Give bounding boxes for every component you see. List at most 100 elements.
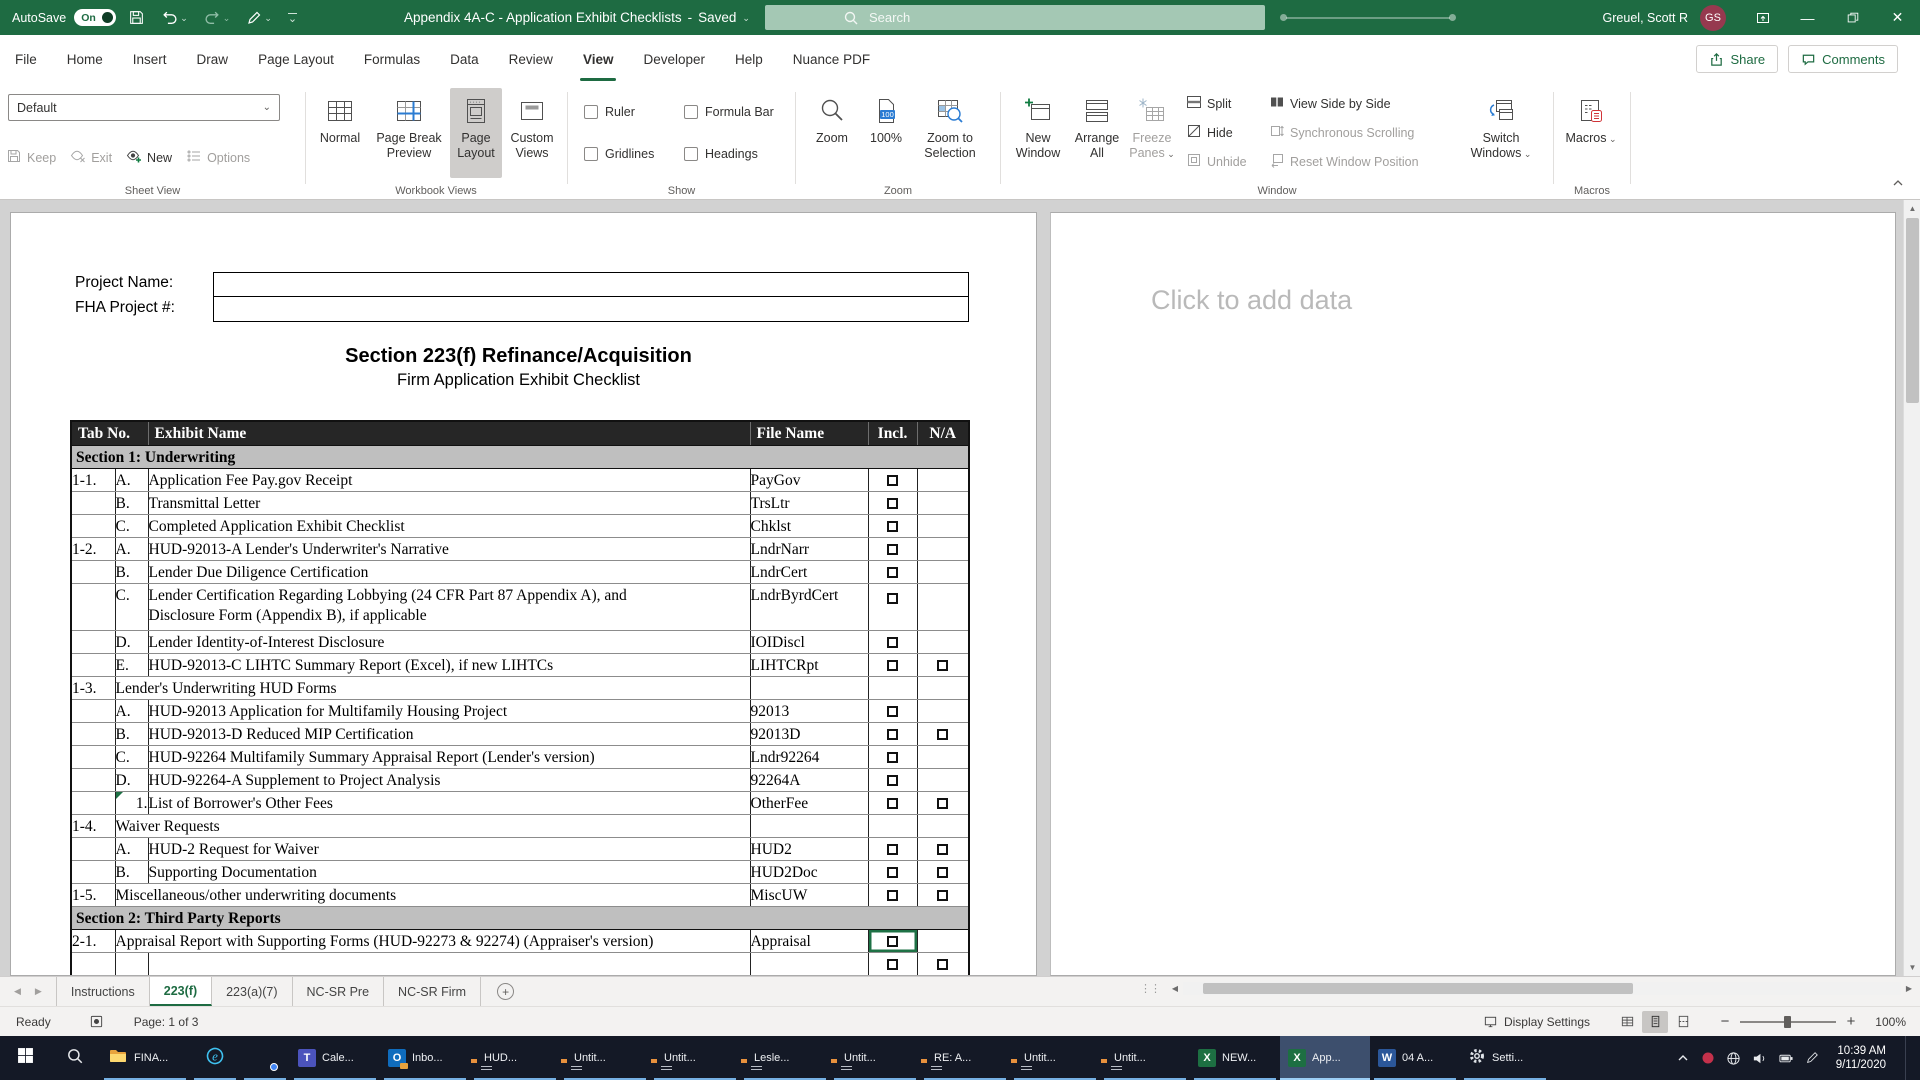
scroll-down-arrow[interactable]: ▼	[1904, 959, 1920, 976]
ribbon-tab-developer[interactable]: Developer	[628, 35, 720, 84]
sheet-nav-right-arrow[interactable]: ▶	[35, 986, 42, 997]
incl-checkbox[interactable]	[887, 867, 898, 878]
status-page-break-view-button[interactable]	[1670, 1011, 1696, 1033]
taskbar-app-fina[interactable]: FINA...	[100, 1036, 190, 1080]
search-input[interactable]: Search	[765, 5, 1265, 30]
zoom-out-button[interactable]: −	[1718, 1013, 1732, 1030]
cell-incl[interactable]	[868, 699, 917, 722]
ribbon-tab-help[interactable]: Help	[720, 35, 778, 84]
cell-na[interactable]	[917, 768, 969, 791]
keep-sheet-view-button[interactable]: Keep	[6, 148, 56, 167]
customize-quick-access-button[interactable]: ⌄	[284, 11, 301, 25]
cell-incl[interactable]	[868, 814, 917, 837]
incl-checkbox[interactable]	[887, 567, 898, 578]
ribbon-tab-nuance-pdf[interactable]: Nuance PDF	[778, 35, 885, 84]
cell-na[interactable]	[917, 560, 969, 583]
cell-incl[interactable]	[868, 676, 917, 699]
sheet-tab-223-a-7[interactable]: 223(a)(7)	[212, 977, 292, 1006]
na-checkbox[interactable]	[937, 844, 948, 855]
ribbon-tab-page-layout[interactable]: Page Layout	[243, 35, 349, 84]
zoom-level[interactable]: 100%	[1866, 1015, 1906, 1029]
incl-checkbox[interactable]	[887, 593, 898, 604]
cell-na[interactable]	[917, 583, 969, 630]
cell-incl[interactable]	[868, 491, 917, 514]
ribbon-tab-draw[interactable]: Draw	[182, 35, 244, 84]
incl-checkbox[interactable]	[887, 752, 898, 763]
status-normal-view-button[interactable]	[1614, 1011, 1640, 1033]
incl-checkbox[interactable]	[887, 498, 898, 509]
sheet-nav-left-arrow[interactable]: ◀	[14, 986, 21, 997]
split-button[interactable]: Split	[1186, 94, 1247, 113]
synchronous-scrolling-button[interactable]: Synchronous Scrolling	[1269, 123, 1419, 142]
cell-na[interactable]	[917, 745, 969, 768]
ruler-checkbox[interactable]: Ruler	[584, 100, 684, 124]
cell-na[interactable]	[917, 952, 969, 976]
unhide-button[interactable]: Unhide	[1186, 152, 1247, 171]
share-button[interactable]: Share	[1696, 45, 1778, 73]
sheet-tab-nc-sr-pre[interactable]: NC-SR Pre	[293, 977, 385, 1006]
sheet-tab-nc-sr-firm[interactable]: NC-SR Firm	[384, 977, 481, 1006]
saved-status[interactable]: Saved	[698, 10, 736, 25]
cell-na[interactable]	[917, 929, 969, 952]
display-settings-button[interactable]: Display Settings	[1483, 1014, 1590, 1029]
taskbar-app-untit[interactable]: Untit...	[650, 1036, 740, 1080]
cell-incl[interactable]	[868, 630, 917, 653]
taskbar-app-re-a[interactable]: RE: A...	[920, 1036, 1010, 1080]
na-checkbox[interactable]	[937, 798, 948, 809]
scroll-right-arrow[interactable]: ▶	[1901, 984, 1917, 993]
incl-checkbox[interactable]	[887, 844, 898, 855]
cell-incl[interactable]	[868, 837, 917, 860]
tray-pen-icon[interactable]	[1805, 1051, 1819, 1065]
zoom-in-button[interactable]: +	[1844, 1013, 1858, 1030]
page-2[interactable]: Click to add data	[1050, 212, 1896, 976]
taskbar-app-lesle[interactable]: Lesle...	[740, 1036, 830, 1080]
ribbon-display-options-button[interactable]	[1740, 0, 1785, 35]
new-sheet-button[interactable]: +	[497, 983, 514, 1000]
incl-checkbox[interactable]	[887, 521, 898, 532]
cell-incl[interactable]	[868, 745, 917, 768]
cell-na[interactable]	[917, 837, 969, 860]
click-to-add-data-placeholder[interactable]: Click to add data	[1151, 285, 1352, 316]
gridlines-checkbox[interactable]: Gridlines	[584, 142, 684, 166]
cell-incl[interactable]	[868, 537, 917, 560]
taskbar-app-setti[interactable]: Setti...	[1460, 1036, 1550, 1080]
na-checkbox[interactable]	[937, 729, 948, 740]
ribbon-tab-file[interactable]: File	[0, 35, 52, 84]
autosave-toggle[interactable]: On	[74, 9, 116, 26]
taskbar-app-untit[interactable]: Untit...	[830, 1036, 920, 1080]
scroll-up-arrow[interactable]: ▲	[1904, 200, 1920, 217]
freeze-panes-button[interactable]: Freeze Panes ⌄	[1125, 88, 1179, 178]
cell-incl[interactable]	[868, 860, 917, 883]
arrange-all-button[interactable]: Arrange All	[1069, 88, 1125, 178]
tray-network-icon[interactable]	[1726, 1051, 1741, 1066]
comments-button[interactable]: Comments	[1788, 45, 1898, 73]
close-button[interactable]: ✕	[1875, 0, 1920, 35]
formula-bar-checkbox[interactable]: Formula Bar	[684, 100, 802, 124]
cell-incl[interactable]	[868, 653, 917, 676]
ribbon-tab-formulas[interactable]: Formulas	[349, 35, 435, 84]
cell-na[interactable]	[917, 653, 969, 676]
sheet-tab-instructions[interactable]: Instructions	[56, 977, 150, 1006]
cell-incl[interactable]	[868, 468, 917, 491]
taskbar-app-app[interactable]: XApp...	[1280, 1036, 1370, 1080]
redo-button[interactable]: ⌄	[200, 7, 235, 28]
cell-na[interactable]	[917, 491, 969, 514]
user-name[interactable]: Greuel, Scott R	[1603, 11, 1688, 25]
taskbar-app-inbo[interactable]: OInbo...	[380, 1036, 470, 1080]
macros-button[interactable]: Macros ⌄	[1560, 88, 1622, 178]
normal-button[interactable]: Normal	[312, 88, 368, 178]
zoom-slider-thumb[interactable]	[1784, 1016, 1791, 1028]
tray-volume-icon[interactable]	[1752, 1051, 1767, 1066]
na-checkbox[interactable]	[937, 660, 948, 671]
taskbar-app-hud[interactable]: HUD...	[470, 1036, 560, 1080]
page-1[interactable]: Project Name: FHA Project #: Section 223…	[10, 212, 1037, 976]
scroll-left-arrow[interactable]: ◀	[1167, 984, 1183, 993]
vertical-scroll-thumb[interactable]	[1906, 218, 1919, 403]
restore-button[interactable]	[1830, 0, 1875, 35]
hide-button[interactable]: Hide	[1186, 123, 1247, 142]
incl-checkbox[interactable]	[887, 544, 898, 555]
minimize-button[interactable]: —	[1785, 0, 1830, 35]
cell-na[interactable]	[917, 676, 969, 699]
new-window-button[interactable]: New Window	[1007, 88, 1069, 178]
project-name-field[interactable]	[214, 273, 968, 297]
